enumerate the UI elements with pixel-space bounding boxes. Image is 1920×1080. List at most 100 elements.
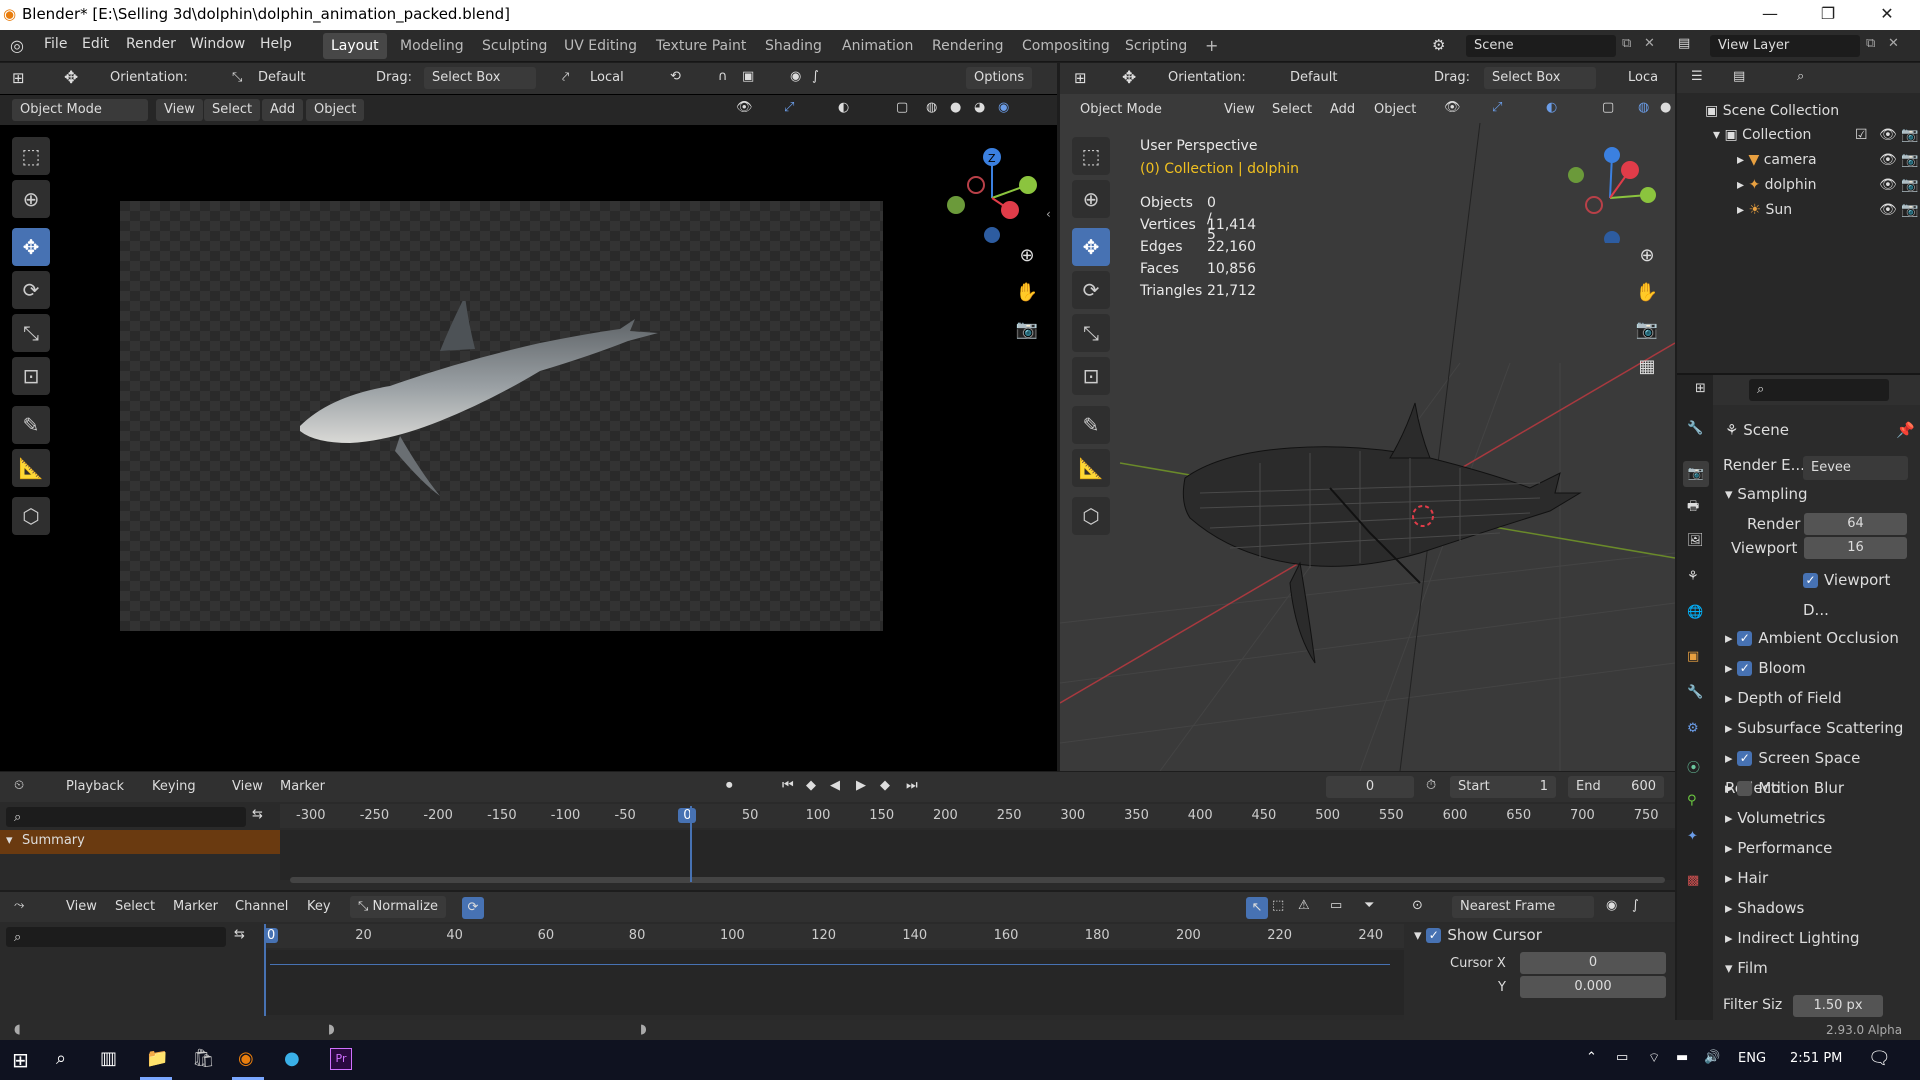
key-menu[interactable]: Key bbox=[307, 899, 331, 914]
scene-tab-icon[interactable]: ⚘ bbox=[1687, 569, 1699, 584]
pivot-icon[interactable]: ⊙ bbox=[1412, 898, 1423, 913]
proportional-edit-icon[interactable]: ◉ bbox=[790, 69, 801, 84]
display-mode-icon[interactable]: ▤ bbox=[1733, 69, 1745, 84]
menu-file[interactable]: File bbox=[44, 36, 67, 52]
pivot-dropdown[interactable]: Local bbox=[590, 70, 624, 85]
expand-arrow-icon[interactable]: ▸ bbox=[1725, 779, 1737, 797]
current-frame-field[interactable]: 0 bbox=[1326, 776, 1414, 798]
mode-dropdown[interactable]: Object Mode bbox=[12, 99, 148, 121]
orientation-dropdown[interactable]: Default bbox=[258, 70, 306, 85]
perspective-toggle-icon[interactable]: ▦ bbox=[1631, 351, 1663, 383]
task-view-icon[interactable]: ▥ bbox=[100, 1048, 117, 1069]
expand-arrow-icon[interactable]: ▸ bbox=[1737, 202, 1748, 218]
eye-icon[interactable]: 👁 bbox=[1879, 173, 1897, 198]
box-select-icon[interactable]: ⬚ bbox=[1272, 898, 1284, 913]
mode-dropdown[interactable]: Object Mode bbox=[1072, 99, 1208, 121]
constraints-tab-icon[interactable]: ⚲ bbox=[1687, 793, 1697, 808]
falloff-icon[interactable]: ∫ bbox=[812, 69, 819, 84]
checkbox-icon[interactable]: ✓ bbox=[1737, 661, 1753, 676]
keying-menu[interactable]: Keying bbox=[152, 779, 196, 794]
menu-edit[interactable]: Edit bbox=[82, 36, 109, 52]
wireframe-shading-icon[interactable]: ◍ bbox=[926, 100, 937, 115]
windows-start-icon[interactable]: ⊞ bbox=[12, 1048, 29, 1072]
select-menu[interactable]: Select bbox=[115, 899, 155, 914]
add-menu[interactable]: Add bbox=[1322, 99, 1364, 121]
timeline-scrollbar[interactable] bbox=[290, 877, 1665, 883]
cursor-tool-icon[interactable]: ⊕ bbox=[12, 180, 50, 218]
magnet-icon[interactable]: ∩ bbox=[718, 69, 728, 84]
checkbox-icon[interactable] bbox=[1737, 781, 1753, 796]
summary-channel[interactable]: ▾ Summary bbox=[0, 830, 280, 854]
refresh-icon[interactable]: ⟳ bbox=[462, 897, 484, 919]
graph-area[interactable] bbox=[264, 950, 1404, 1015]
select-menu[interactable]: Select bbox=[204, 99, 261, 121]
cursor-x-field[interactable]: 0 bbox=[1520, 952, 1666, 974]
panel-indirect-lighting[interactable]: ▸ Indirect Lighting bbox=[1725, 923, 1860, 953]
scale-tool-icon[interactable]: ⤡ bbox=[12, 314, 50, 352]
expand-arrow-icon[interactable]: ▾ bbox=[1725, 959, 1737, 977]
maximize-button[interactable]: ❐ bbox=[1803, 0, 1853, 30]
properties-search-input[interactable]: ⌕ bbox=[1749, 379, 1889, 401]
snap-icon[interactable]: ⟲ bbox=[670, 69, 681, 84]
rotate-tool-icon[interactable]: ⟳ bbox=[1072, 271, 1110, 309]
expand-arrow-icon[interactable]: ▾ bbox=[1414, 926, 1426, 944]
texture-tab-icon[interactable]: ▩ bbox=[1687, 873, 1699, 888]
new-view-layer-icon[interactable]: ⧉ bbox=[1866, 36, 1875, 51]
outliner-item-dolphin[interactable]: ▸ ✦ dolphin 👁 📷 bbox=[1737, 173, 1920, 198]
panel-volumetrics[interactable]: ▸ Volumetrics bbox=[1725, 803, 1825, 833]
file-explorer-icon[interactable]: 📁 bbox=[146, 1048, 168, 1069]
right-viewport[interactable]: ⊞ ✥ Orientation: Default Drag: Select Bo… bbox=[1060, 63, 1675, 771]
scene-name-field[interactable]: Scene bbox=[1466, 35, 1616, 57]
select-pointer-icon[interactable]: ↖ bbox=[1246, 897, 1268, 919]
visibility-icon[interactable]: 👁 bbox=[736, 100, 753, 115]
tab-modeling[interactable]: Modeling bbox=[392, 33, 472, 59]
marker-menu[interactable]: Marker bbox=[280, 779, 325, 794]
panel-shadows[interactable]: ▸ Shadows bbox=[1725, 893, 1804, 923]
editor-type-icon[interactable]: ⊞ bbox=[1695, 381, 1706, 396]
clock[interactable]: 2:51 PM bbox=[1790, 1051, 1842, 1066]
expand-arrow-icon[interactable]: ▾ bbox=[1725, 485, 1737, 503]
select-menu[interactable]: Select bbox=[1264, 99, 1321, 121]
xray-icon[interactable]: ▢ bbox=[896, 100, 908, 115]
tab-scripting[interactable]: Scripting bbox=[1117, 33, 1195, 59]
measure-tool-icon[interactable]: 📐 bbox=[1072, 449, 1110, 487]
orientation-dropdown[interactable]: Default bbox=[1290, 70, 1338, 85]
expand-arrow-icon[interactable]: ▸ bbox=[1725, 929, 1737, 947]
warning-icon[interactable]: ⚠ bbox=[1298, 898, 1310, 913]
collection-row[interactable]: ▾ ▣ Collection ☑ 👁 📷 bbox=[1713, 123, 1920, 148]
eye-icon[interactable]: 👁 bbox=[1879, 123, 1897, 148]
zalo-app-icon[interactable]: ● bbox=[284, 1048, 300, 1069]
move-tool-icon[interactable]: ✥ bbox=[12, 228, 50, 266]
wifi-icon[interactable]: ⌔ bbox=[1648, 1050, 1660, 1066]
channel-menu[interactable]: Channel bbox=[235, 899, 288, 914]
blender-app-icon[interactable]: ◉ bbox=[238, 1048, 254, 1069]
editor-type-icon[interactable]: ⊞ bbox=[12, 69, 25, 87]
panel-performance[interactable]: ▸ Performance bbox=[1725, 833, 1832, 863]
start-frame-field[interactable]: Start 1 bbox=[1450, 776, 1556, 798]
tab-sculpting[interactable]: Sculpting bbox=[474, 33, 555, 59]
view-menu[interactable]: View bbox=[66, 899, 97, 914]
falloff-icon[interactable]: ∫ bbox=[1632, 898, 1639, 913]
eye-icon[interactable]: 👁 bbox=[1879, 198, 1897, 223]
overlay-icon[interactable]: ◐ bbox=[838, 100, 849, 115]
new-scene-icon[interactable]: ⧉ bbox=[1622, 36, 1631, 51]
render-camera-icon[interactable]: 📷 bbox=[1901, 198, 1918, 223]
delete-scene-icon[interactable]: ✕ bbox=[1644, 36, 1655, 51]
jump-end-icon[interactable]: ⏭ bbox=[906, 778, 918, 793]
panel-screen-space-reflections[interactable]: ▸ ✓ Screen Space Reflecti bbox=[1725, 743, 1920, 797]
jump-start-icon[interactable]: ⏮ bbox=[782, 778, 794, 793]
checkbox-icon[interactable]: ✓ bbox=[1803, 573, 1818, 588]
render-engine-dropdown[interactable]: Eevee bbox=[1803, 456, 1908, 480]
expand-arrow-icon[interactable]: ▸ bbox=[1737, 152, 1748, 168]
tab-texture-paint[interactable]: Texture Paint bbox=[648, 33, 754, 59]
annotate-tool-icon[interactable]: ✎ bbox=[12, 406, 50, 444]
eye-icon[interactable]: 👁 bbox=[1879, 148, 1897, 173]
render-tab-icon[interactable]: 📷 bbox=[1683, 461, 1709, 487]
volume-icon[interactable]: 🔊 bbox=[1704, 1050, 1720, 1065]
expand-arrow-icon[interactable]: ▾ bbox=[1713, 127, 1724, 143]
view-layer-tab-icon[interactable]: 🖼 bbox=[1687, 533, 1704, 548]
gizmo-toggle-icon[interactable]: ⤢ bbox=[784, 100, 794, 115]
tool-tab-icon[interactable]: 🔧 bbox=[1687, 421, 1703, 436]
select-box-tool-icon[interactable]: ⬚ bbox=[1072, 137, 1110, 175]
add-cube-tool-icon[interactable]: ⬡ bbox=[12, 497, 50, 535]
